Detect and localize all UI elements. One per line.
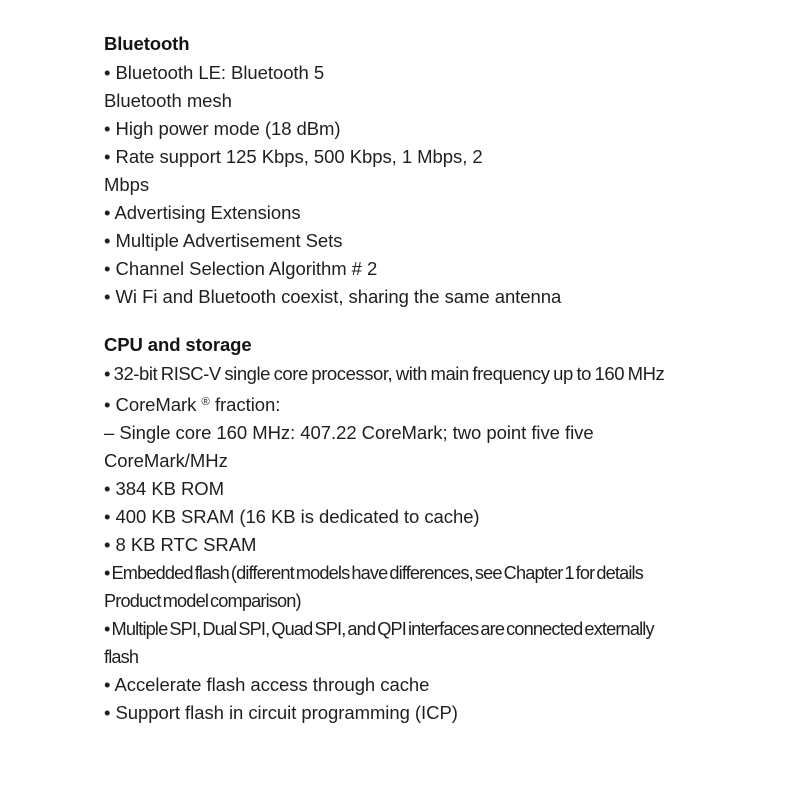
list-item: • Bluetooth LE: Bluetooth 5 Bluetooth me… xyxy=(104,62,325,111)
list-item-coremark-fraction: • CoreMark ® fraction: xyxy=(104,388,764,419)
list-item: • Channel Selection Algorithm # 2 xyxy=(104,258,378,279)
list-item: • Multiple SPI, Dual SPI, Quad SPI, and … xyxy=(104,618,655,667)
list-item: • Accelerate flash access through cache xyxy=(104,673,430,695)
list-item: • Embedded flash (different models have … xyxy=(104,562,644,611)
list-item: • Wi Fi and Bluetooth coexist, sharing t… xyxy=(104,286,562,307)
coremark-prefix: • CoreMark xyxy=(104,393,202,415)
list-item: • 8 KB RTC SRAM xyxy=(104,533,257,555)
section-heading-bluetooth: Bluetooth xyxy=(104,33,190,54)
list-item: • Rate support 125 Kbps, 500 Kbps, 1 Mbp… xyxy=(104,146,483,195)
document-body: Bluetooth • Bluetooth LE: Bluetooth 5 Bl… xyxy=(104,30,764,727)
section-cpu-and-storage: CPU and storage • 32-bit RISC-V single c… xyxy=(104,331,764,727)
list-item: • 32-bit RISC-V single core processor, w… xyxy=(104,363,665,384)
bullet-list-cpu-and-storage: • 32-bit RISC-V single core processor, w… xyxy=(104,360,764,727)
list-item: • 384 KB ROM xyxy=(104,477,225,499)
document-page: Bluetooth • Bluetooth LE: Bluetooth 5 Bl… xyxy=(0,0,800,800)
list-item: • Multiple Advertisement Sets xyxy=(104,230,343,251)
list-item: • Advertising Extensions xyxy=(104,202,301,223)
bullet-list-bluetooth: • Bluetooth LE: Bluetooth 5 Bluetooth me… xyxy=(104,59,764,311)
list-item: – Single core 160 MHz: 407.22 CoreMark; … xyxy=(104,421,594,471)
section-heading-cpu-and-storage: CPU and storage xyxy=(104,334,252,355)
list-item: • 400 KB SRAM (16 KB is dedicated to cac… xyxy=(104,505,480,527)
list-item: • Support flash in circuit programming (… xyxy=(104,701,458,723)
coremark-suffix: fraction: xyxy=(209,393,281,415)
registered-trademark-icon: ® xyxy=(201,396,210,408)
list-item: • High power mode (18 dBm) xyxy=(104,118,341,139)
section-bluetooth: Bluetooth • Bluetooth LE: Bluetooth 5 Bl… xyxy=(104,30,764,311)
